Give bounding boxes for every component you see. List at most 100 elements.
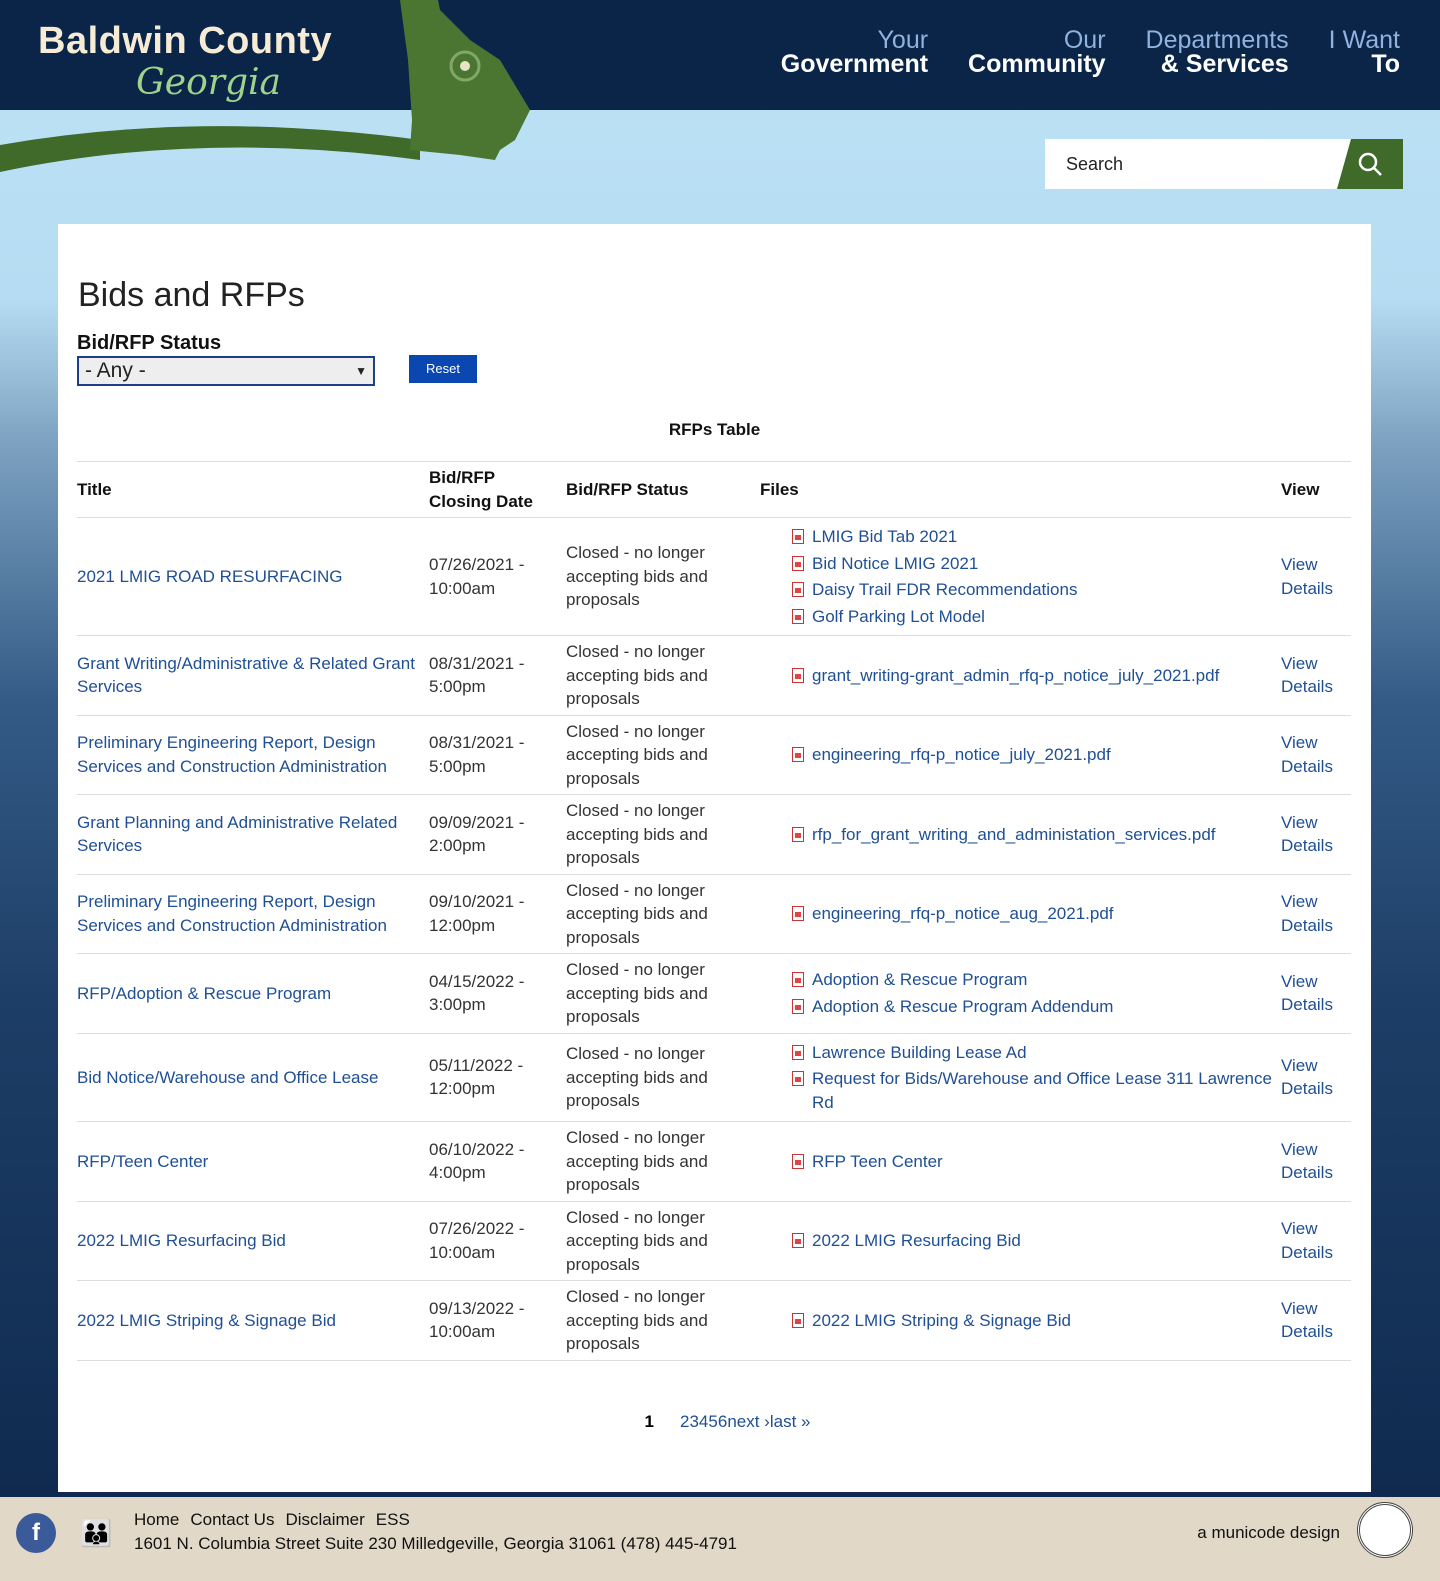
nav-departments[interactable]: Departments & Services (1146, 28, 1289, 77)
footer-links: Home Contact Us Disclaimer ESS (134, 1510, 421, 1530)
pdf-icon (792, 1233, 804, 1248)
file-link[interactable]: Adoption & Rescue Program (792, 968, 1281, 992)
facebook-icon[interactable]: f (16, 1513, 56, 1553)
table-caption: RFPs Table (668, 420, 761, 439)
page-link[interactable]: 2 (680, 1412, 689, 1432)
footer-link-home[interactable]: Home (134, 1510, 179, 1529)
view-details-link[interactable]: View Details (1281, 1054, 1341, 1101)
accessibility-icon[interactable]: 👪 (80, 1517, 112, 1549)
pdf-icon (792, 667, 804, 683)
view-details-link[interactable]: View Details (1281, 553, 1341, 600)
closing-date: 09/13/2022 - 10:00am (429, 1280, 566, 1361)
closing-date: 06/10/2022 - 4:00pm (429, 1121, 566, 1202)
rfp-status: Closed - no longer accepting bids and pr… (566, 517, 760, 636)
table-row: Bid Notice/Warehouse and Office Lease 05… (77, 1033, 1351, 1122)
page-link[interactable]: 5 (708, 1412, 717, 1432)
county-seal-icon (1357, 1502, 1413, 1558)
rfp-status: Closed - no longer accepting bids and pr… (566, 1033, 760, 1122)
file-link[interactable]: engineering_rfq-p_notice_july_2021.pdf (792, 743, 1281, 767)
page-link[interactable]: last » (770, 1412, 811, 1432)
pdf-icon (792, 972, 804, 988)
status-filter-select[interactable]: - Any - ▼ (77, 356, 375, 386)
municode-credit[interactable]: a municode design (1197, 1523, 1340, 1543)
page-link[interactable]: 6 (718, 1412, 727, 1432)
view-details-link[interactable]: View Details (1281, 970, 1341, 1017)
logo-title[interactable]: Baldwin County (38, 20, 332, 63)
rfp-status: Closed - no longer accepting bids and pr… (566, 874, 760, 954)
pdf-icon (792, 747, 804, 762)
pdf-icon (792, 826, 804, 842)
closing-date: 04/15/2022 - 3:00pm (429, 953, 566, 1034)
file-link[interactable]: Daisy Trail FDR Recommendations (792, 578, 1281, 602)
file-link[interactable]: rfp_for_grant_writing_and_administation_… (792, 823, 1281, 847)
rfp-title-link[interactable]: Preliminary Engineering Report, Design S… (77, 733, 387, 776)
status-filter-label: Bid/RFP Status (77, 332, 222, 354)
pdf-icon (792, 998, 804, 1014)
rfp-title-link[interactable]: 2022 LMIG Resurfacing Bid (77, 1231, 286, 1250)
rfps-table: Title Bid/RFP Closing Date Bid/RFP Statu… (77, 461, 1351, 1361)
chevron-down-icon: ▼ (355, 364, 367, 378)
rfp-status: Closed - no longer accepting bids and pr… (566, 715, 760, 795)
nav-i-want-to[interactable]: I Want To (1329, 28, 1400, 77)
page-link[interactable]: 3 (689, 1412, 698, 1432)
reset-button[interactable]: Reset (409, 355, 477, 383)
pdf-icon (792, 1312, 804, 1328)
rfp-title-link[interactable]: 2021 LMIG ROAD RESURFACING (77, 567, 342, 586)
footer-link-contact[interactable]: Contact Us (190, 1510, 274, 1529)
rfp-title-link[interactable]: RFP/Teen Center (77, 1152, 208, 1171)
page-link[interactable]: next › (727, 1412, 770, 1432)
search-icon (1358, 152, 1382, 176)
rfp-status: Closed - no longer accepting bids and pr… (566, 794, 760, 875)
content-panel: Bids and RFPs Bid/RFP Status - Any - ▼ Re… (58, 224, 1371, 1492)
closing-date: 07/26/2021 - 10:00am (429, 517, 566, 636)
nav-your-government[interactable]: Your Government (781, 28, 928, 77)
file-link[interactable]: 2022 LMIG Resurfacing Bid (792, 1229, 1281, 1253)
file-link[interactable]: Bid Notice LMIG 2021 (792, 552, 1281, 576)
closing-date: 09/10/2021 - 12:00pm (429, 874, 566, 954)
search-input[interactable]: Search (1045, 139, 1337, 189)
view-details-link[interactable]: View Details (1281, 652, 1341, 699)
file-link[interactable]: Request for Bids/Warehouse and Office Le… (792, 1067, 1281, 1114)
file-link[interactable]: RFP Teen Center (792, 1150, 1281, 1174)
pdf-icon (792, 906, 804, 921)
file-link[interactable]: 2022 LMIG Striping & Signage Bid (792, 1309, 1281, 1333)
pdf-icon (792, 555, 804, 571)
table-row: 2022 LMIG Resurfacing Bid 07/26/2022 - 1… (77, 1201, 1351, 1281)
view-details-link[interactable]: View Details (1281, 1138, 1341, 1185)
view-details-link[interactable]: View Details (1281, 731, 1341, 778)
file-link[interactable]: LMIG Bid Tab 2021 (792, 525, 1281, 549)
rfp-title-link[interactable]: Bid Notice/Warehouse and Office Lease (77, 1068, 378, 1087)
page-link[interactable]: 4 (699, 1412, 708, 1432)
view-details-link[interactable]: View Details (1281, 1297, 1341, 1344)
table-row: Preliminary Engineering Report, Design S… (77, 874, 1351, 954)
file-link[interactable]: grant_writing-grant_admin_rfq-p_notice_j… (792, 664, 1281, 688)
rfp-title-link[interactable]: Grant Writing/Administrative & Related G… (77, 654, 415, 697)
rfp-title-link[interactable]: Grant Planning and Administrative Relate… (77, 813, 397, 856)
closing-date: 09/09/2021 - 2:00pm (429, 794, 566, 875)
footer-link-disclaimer[interactable]: Disclaimer (285, 1510, 364, 1529)
rfp-title-link[interactable]: RFP/Adoption & Rescue Program (77, 984, 331, 1003)
search-button[interactable] (1337, 139, 1403, 189)
rfp-status: Closed - no longer accepting bids and pr… (566, 953, 760, 1034)
page-title: Bids and RFPs (78, 276, 305, 314)
file-link[interactable]: Lawrence Building Lease Ad (792, 1041, 1281, 1065)
pagination: 1 2 3 4 5 6 next › last » (58, 1412, 1371, 1432)
file-link[interactable]: engineering_rfq-p_notice_aug_2021.pdf (792, 902, 1281, 926)
main-nav: Your Government Our Community Departments &… (781, 28, 1400, 77)
col-closing-date: Bid/RFP Closing Date (429, 461, 566, 518)
footer-link-ess[interactable]: ESS (376, 1510, 410, 1529)
search-box: Search (1045, 139, 1403, 189)
view-details-link[interactable]: View Details (1281, 811, 1341, 858)
page-current: 1 (644, 1412, 654, 1431)
rfp-title-link[interactable]: Preliminary Engineering Report, Design S… (77, 892, 387, 935)
rfp-status: Closed - no longer accepting bids and pr… (566, 1121, 760, 1202)
table-row: 2022 LMIG Striping & Signage Bid 09/13/2… (77, 1280, 1351, 1361)
nav-our-community[interactable]: Our Community (968, 28, 1106, 77)
view-details-link[interactable]: View Details (1281, 890, 1341, 937)
rfp-title-link[interactable]: 2022 LMIG Striping & Signage Bid (77, 1311, 336, 1330)
col-title: Title (77, 461, 429, 518)
rfp-status: Closed - no longer accepting bids and pr… (566, 635, 760, 716)
file-link[interactable]: Adoption & Rescue Program Addendum (792, 995, 1281, 1019)
view-details-link[interactable]: View Details (1281, 1217, 1341, 1264)
file-link[interactable]: Golf Parking Lot Model (792, 605, 1281, 629)
